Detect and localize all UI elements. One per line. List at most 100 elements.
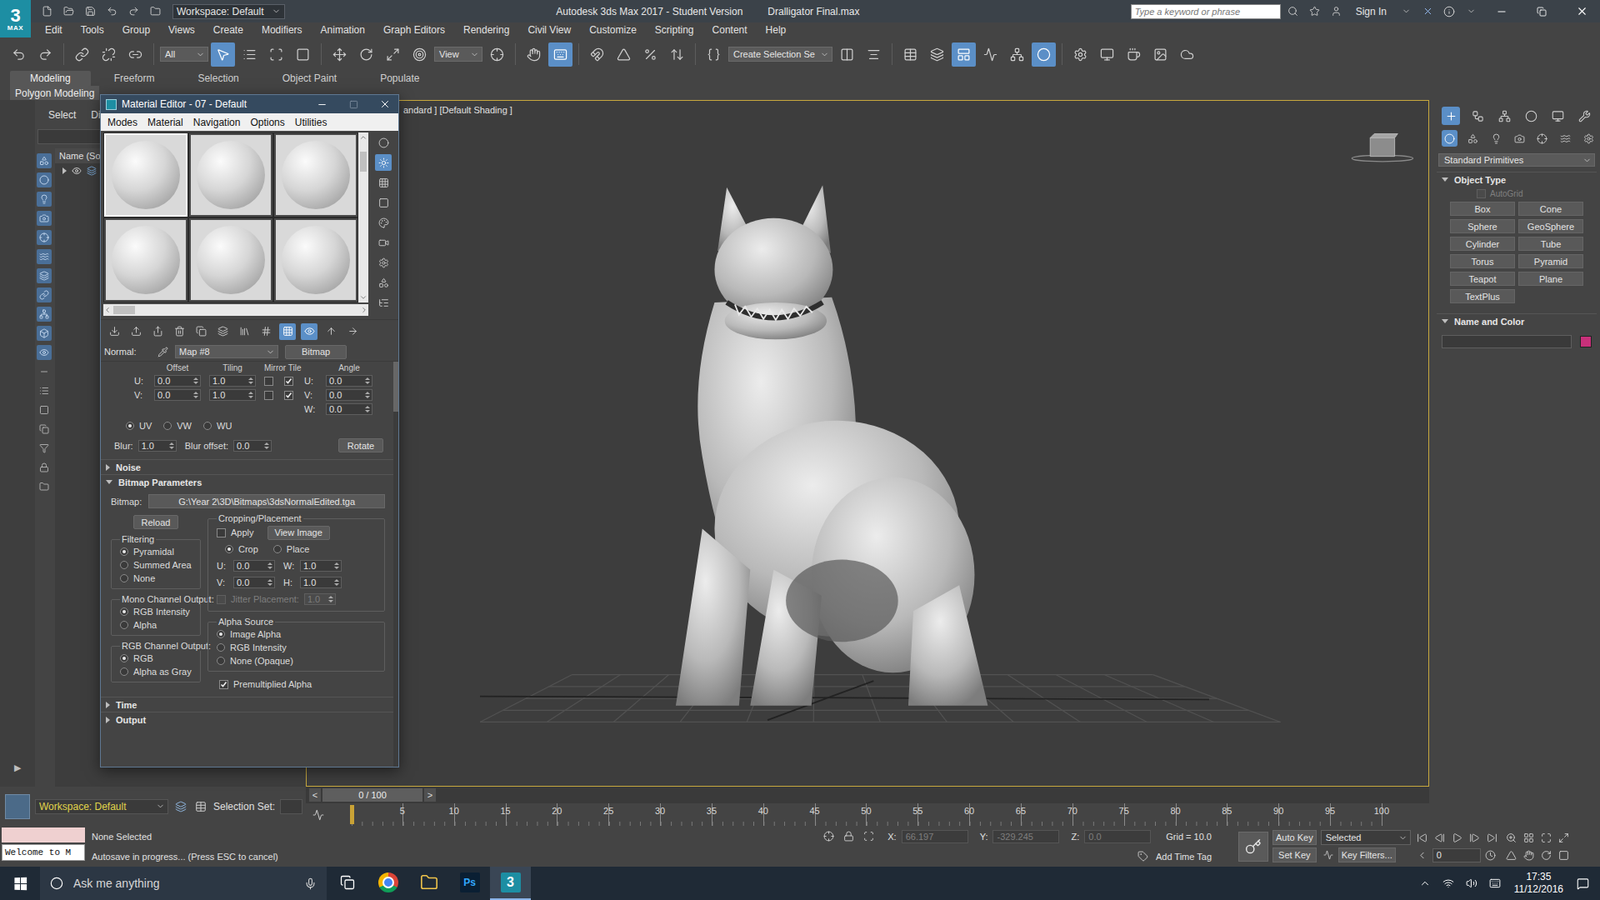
task-view-button[interactable] [326, 866, 368, 900]
radio-button[interactable] [120, 560, 129, 570]
help-button[interactable] [1440, 2, 1459, 21]
toolbar-button[interactable] [611, 42, 636, 67]
spinner-field[interactable]: 0.0 [233, 440, 272, 452]
set-keys-button[interactable] [1238, 831, 1269, 862]
quick-access-button[interactable] [59, 2, 78, 21]
current-frame-marker[interactable] [350, 805, 355, 825]
material-tool-button[interactable] [170, 323, 188, 340]
next-frame-button[interactable]: > [424, 788, 436, 802]
auto-key-button[interactable]: Auto Key [1272, 830, 1317, 845]
material-tool-button[interactable] [105, 323, 123, 340]
radio-option[interactable]: Image Alpha [216, 628, 380, 640]
explorer-tool-button[interactable] [36, 191, 52, 207]
selection-set-field[interactable] [280, 799, 303, 815]
explorer-menu-item[interactable]: Select [48, 109, 76, 121]
radio-option[interactable]: RGB [120, 652, 195, 665]
radio-button[interactable] [120, 574, 129, 583]
spinner-arrows-icon[interactable] [334, 579, 340, 586]
close-button[interactable] [1563, 0, 1600, 23]
primitive-button[interactable]: Torus [1450, 254, 1515, 269]
isolate-button[interactable] [820, 829, 836, 845]
panel-tab[interactable] [1548, 106, 1567, 125]
toolbar-button[interactable] [1121, 42, 1146, 67]
toolbar-button[interactable] [237, 42, 262, 67]
taskbar-app[interactable]: Ps [449, 866, 490, 900]
explorer-tool-button[interactable] [36, 364, 52, 380]
sample-slot[interactable] [274, 218, 358, 302]
menu-item[interactable]: Options [245, 116, 290, 129]
sample-slot[interactable] [104, 133, 188, 217]
key-mode-dropdown[interactable]: Selected [1320, 830, 1411, 845]
help-menu[interactable] [1461, 2, 1480, 21]
radio-button[interactable] [120, 620, 129, 630]
spinner-arrows-icon[interactable] [267, 579, 273, 586]
object-name-field[interactable] [1441, 335, 1572, 349]
playback-button[interactable] [1415, 830, 1430, 845]
search-button[interactable] [1284, 2, 1303, 21]
toolbar-button[interactable] [925, 42, 950, 67]
spinner-arrows-icon[interactable] [193, 377, 199, 385]
rollout-header[interactable]: Name and Color [1436, 313, 1597, 329]
tray-overflow[interactable] [1417, 875, 1433, 891]
radio-button[interactable] [120, 654, 129, 663]
maxscript-listener[interactable]: Welcome to M [0, 825, 87, 867]
volume-button[interactable] [1464, 875, 1480, 891]
toolbar-button[interactable] [835, 42, 860, 67]
radio-option[interactable]: None [120, 572, 195, 585]
side-tool-button[interactable] [375, 134, 392, 151]
menu-item[interactable]: Help [756, 24, 796, 36]
taskbar-clock[interactable]: 17:3511/12/2016 [1510, 870, 1567, 896]
navigation-button[interactable] [1556, 830, 1572, 845]
curve-editor-toggle[interactable] [305, 803, 331, 826]
primitive-button[interactable]: Teapot [1450, 271, 1515, 286]
material-tool-button[interactable] [344, 323, 361, 340]
toolbar-button[interactable] [701, 42, 726, 67]
material-editor-title-bar[interactable]: Material Editor - 07 - Default [100, 95, 399, 114]
dragon-model[interactable] [675, 185, 988, 706]
radio-option[interactable]: WU [203, 420, 232, 432]
start-button[interactable] [0, 866, 40, 900]
playback-button[interactable] [1450, 830, 1465, 845]
radio-option[interactable]: Summed Area [120, 559, 195, 571]
toolbar-button[interactable] [485, 42, 510, 67]
toolbar-dropdown[interactable]: Create Selection Se [728, 46, 833, 62]
current-frame-field[interactable]: 0 [1432, 848, 1481, 863]
explorer-tool-button[interactable] [36, 153, 52, 169]
spinner-arrows-icon[interactable] [248, 391, 254, 399]
quick-access-button[interactable] [145, 2, 165, 21]
viewport-label[interactable]: andard ] [Default Shading ] [403, 105, 513, 115]
radio-button[interactable] [125, 421, 135, 430]
primitive-button[interactable]: Sphere [1450, 219, 1515, 234]
toolbar-button[interactable] [327, 42, 352, 67]
toolbar-button[interactable] [290, 42, 315, 67]
playback-button[interactable] [1485, 830, 1500, 845]
side-tool-button[interactable] [375, 154, 392, 171]
time-configuration-button[interactable] [1483, 847, 1499, 863]
pick-material-icon[interactable] [157, 346, 169, 358]
rollout-header[interactable]: Noise [100, 459, 394, 475]
navigation-button[interactable] [1521, 847, 1537, 863]
navigation-button[interactable] [1521, 830, 1537, 845]
toolbar-dropdown[interactable]: View [434, 46, 483, 62]
radio-option[interactable]: RGB Intensity [216, 641, 380, 654]
material-tool-button[interactable] [300, 323, 318, 340]
explorer-tool-button[interactable] [36, 460, 52, 475]
expand-button[interactable]: ▶ [14, 762, 21, 774]
close-button[interactable] [371, 95, 399, 114]
category-button[interactable] [1465, 130, 1481, 147]
spinner-field[interactable]: 1.0 [209, 389, 256, 401]
toolbar-button[interactable] [1031, 42, 1056, 67]
layers-button[interactable] [173, 799, 189, 815]
sample-slot[interactable] [274, 133, 358, 217]
time-slider[interactable]: <0 / 100> [305, 786, 1430, 804]
category-button[interactable] [1534, 130, 1550, 147]
explorer-search-field[interactable] [37, 129, 103, 145]
default-tangent-button[interactable] [1320, 847, 1336, 863]
category-button[interactable] [1488, 130, 1505, 147]
menu-item[interactable]: Content [703, 24, 757, 36]
taskbar-search[interactable]: Ask me anything [40, 866, 327, 900]
material-tool-button[interactable] [214, 323, 231, 340]
radio-button[interactable] [273, 545, 282, 554]
category-button[interactable] [1580, 130, 1597, 147]
search-field[interactable] [1130, 4, 1281, 20]
